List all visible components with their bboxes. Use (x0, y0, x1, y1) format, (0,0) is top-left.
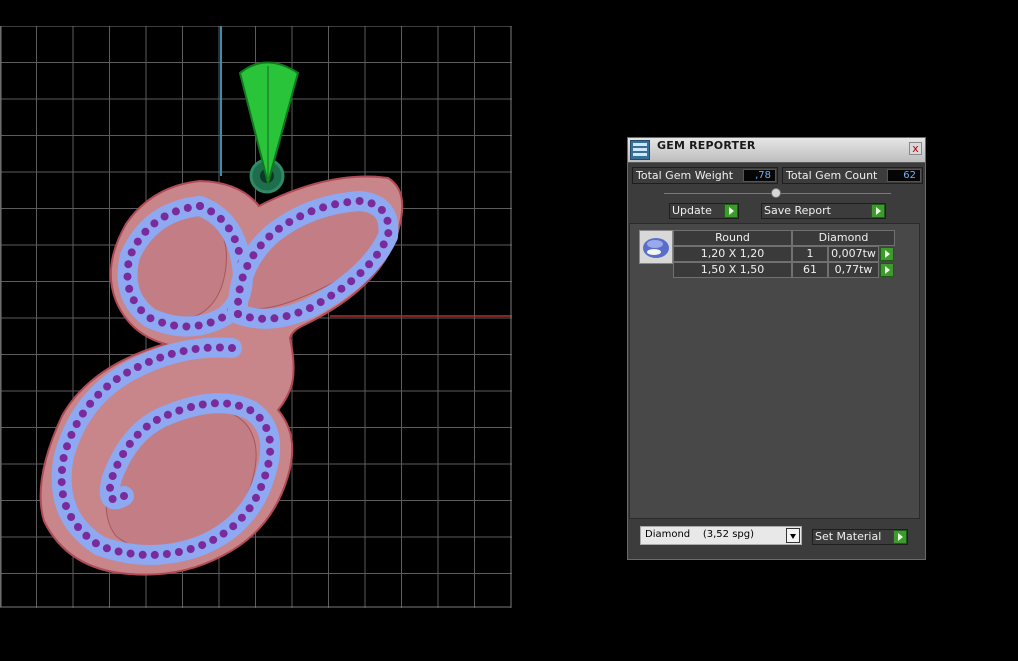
total-gem-count-value: 62 (887, 169, 921, 182)
play-arrow-icon (871, 204, 885, 218)
material-select-value: Diamond (3,52 spg) (645, 529, 755, 540)
gem-weight: 0,007tw (828, 246, 879, 262)
gem-reporter-app-icon (630, 140, 650, 160)
total-gem-count: Total Gem Count 62 (782, 167, 923, 184)
total-gem-weight-value: ,78 (743, 169, 776, 182)
round-diamond-icon[interactable] (639, 230, 673, 264)
save-report-button-label: Save Report (764, 204, 831, 217)
play-arrow-icon (724, 204, 738, 218)
panel-title: GEM REPORTER (657, 139, 756, 152)
save-report-button[interactable]: Save Report (761, 203, 886, 219)
chevron-down-icon[interactable] (786, 528, 800, 543)
total-gem-weight-label: Total Gem Weight (636, 169, 734, 182)
gem-weight: 0,77tw (828, 262, 879, 278)
gem-size: 1,20 X 1,20 (673, 246, 792, 262)
column-header-material: Diamond (792, 230, 895, 246)
close-icon[interactable]: x (909, 142, 922, 155)
play-arrow-icon (893, 530, 907, 544)
total-gem-count-label: Total Gem Count (786, 169, 878, 182)
update-button-label: Update (672, 204, 712, 217)
viewport-3d[interactable] (0, 26, 512, 608)
gem-size: 1,50 X 1,50 (673, 262, 792, 278)
update-button[interactable]: Update (669, 203, 739, 219)
material-select[interactable]: Diamond (3,52 spg) (640, 526, 802, 545)
play-arrow-icon[interactable] (880, 263, 894, 277)
set-material-button[interactable]: Set Material (812, 529, 908, 545)
gem-count: 1 (792, 246, 828, 262)
gem-reporter-panel: GEM REPORTER x Total Gem Weight ,78 Tota… (627, 137, 926, 560)
bail (238, 61, 300, 194)
collapse-toggle-icon[interactable] (771, 188, 781, 198)
set-material-button-label: Set Material (815, 530, 882, 543)
column-header-shape: Round (673, 230, 792, 246)
gem-count: 61 (792, 262, 828, 278)
total-gem-weight: Total Gem Weight ,78 (632, 167, 778, 184)
play-arrow-icon[interactable] (880, 247, 894, 261)
pendant-body (39, 175, 404, 576)
viewport-canvas[interactable] (0, 26, 512, 608)
panel-titlebar[interactable]: GEM REPORTER x (628, 138, 925, 163)
gem-list: Round Diamond 1,20 X 1,20 1 0,007tw 1,50… (629, 223, 920, 519)
